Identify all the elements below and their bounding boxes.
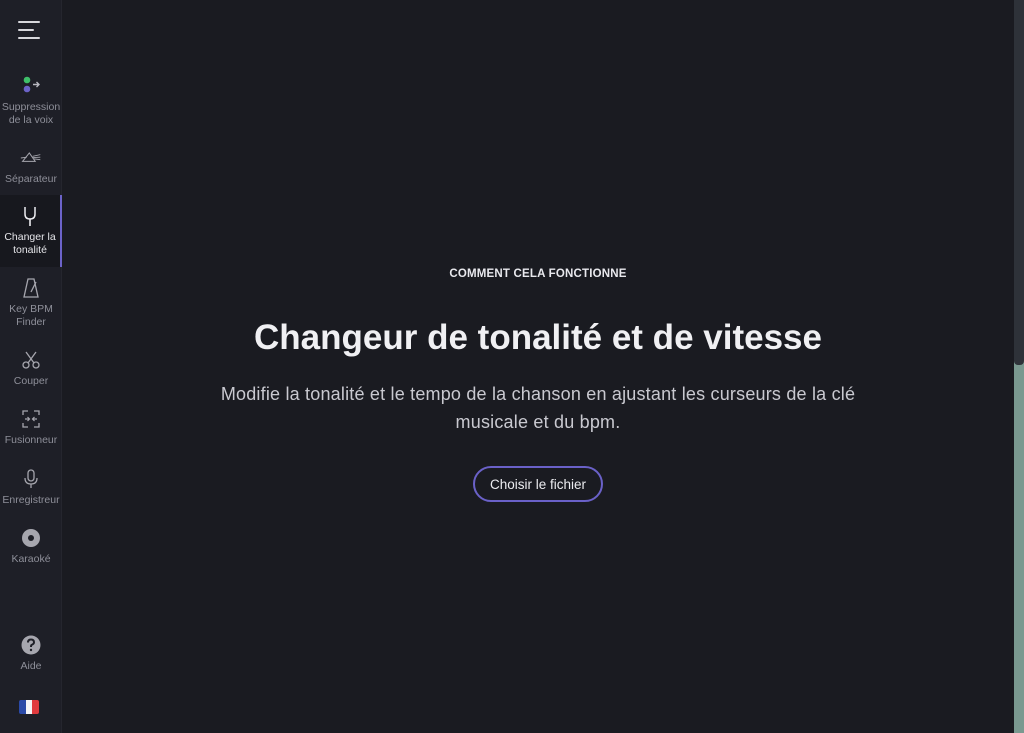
scissors-icon (20, 349, 42, 371)
sidebar-item-recorder[interactable]: Enregistreur (0, 468, 62, 507)
choose-file-button[interactable]: Choisir le fichier (473, 466, 603, 502)
sidebar-item-label: Karaoké (11, 553, 51, 565)
sidebar-item-splitter[interactable]: Séparateur (0, 147, 62, 186)
sidebar: Suppression de la voix Séparateur Change… (0, 0, 62, 733)
sidebar-item-key-bpm-finder[interactable]: Key BPM Finder (0, 277, 62, 329)
help-icon (20, 634, 42, 656)
disc-icon (20, 527, 42, 549)
section-eyebrow: COMMENT CELA FONCTIONNE (449, 268, 627, 280)
sidebar-item-cutter[interactable]: Couper (0, 349, 62, 388)
sidebar-item-pitch-changer[interactable]: Changer la tonalité (0, 195, 62, 267)
french-flag-icon[interactable] (19, 700, 39, 714)
sidebar-item-label: Couper (13, 375, 49, 387)
tuning-fork-icon (19, 205, 41, 227)
main-content: COMMENT CELA FONCTIONNE Changeur de tona… (62, 0, 1014, 733)
metronome-icon (20, 277, 42, 299)
sidebar-item-joiner[interactable]: Fusionneur (0, 408, 62, 447)
microphone-icon (20, 468, 42, 490)
page-title: Changeur de tonalité et de vitesse (254, 318, 822, 357)
scrollbar[interactable] (1014, 0, 1024, 733)
sidebar-item-label: Suppression de la voix (1, 101, 61, 126)
sidebar-item-label: Key BPM Finder (9, 303, 53, 328)
voice-remover-icon (20, 75, 42, 97)
sidebar-item-label: Fusionneur (4, 434, 58, 446)
sidebar-item-label: Changer la tonalité (4, 231, 56, 256)
hamburger-menu-icon[interactable] (15, 18, 43, 44)
sidebar-item-label: Séparateur (5, 173, 57, 185)
page-subtitle: Modifie la tonalité et le tempo de la ch… (220, 384, 856, 432)
sidebar-item-label: Enregistreur (2, 494, 60, 506)
sidebar-item-karaoke[interactable]: Karaoké (0, 527, 62, 566)
sidebar-item-label: Aide (20, 660, 42, 672)
scrollbar-thumb[interactable] (1014, 0, 1024, 365)
sidebar-item-voice-remover[interactable]: Suppression de la voix (0, 75, 62, 127)
sidebar-item-help[interactable]: Aide (0, 634, 62, 673)
prism-splitter-icon (20, 147, 42, 169)
joiner-icon (20, 408, 42, 430)
